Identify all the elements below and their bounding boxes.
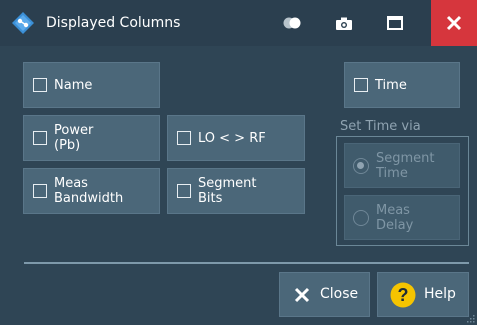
segment-time-label: Segment Time	[376, 151, 435, 181]
time-label: Time	[375, 78, 407, 93]
resize-grip-icon[interactable]	[467, 315, 475, 323]
set-time-group-label: Set Time via	[340, 119, 421, 134]
close-x-icon	[294, 287, 310, 303]
app-logo-icon	[12, 12, 34, 34]
checkbox-square-icon	[33, 131, 47, 145]
dialog-title: Displayed Columns	[46, 15, 181, 31]
title-bar[interactable]: Displayed Columns	[0, 0, 477, 46]
close-icon	[446, 15, 462, 31]
time-column-checkbox[interactable]: Time	[344, 62, 460, 108]
displayed-columns-dialog: Displayed Columns Name Power (Pb) LO < >…	[0, 0, 477, 325]
screenshot-button[interactable]	[322, 0, 366, 46]
maximize-button[interactable]	[373, 0, 417, 46]
meas-delay-label: Meas Delay	[376, 203, 414, 233]
lo-rf-column-checkbox[interactable]: LO < > RF	[167, 115, 305, 161]
camera-icon	[336, 17, 352, 30]
help-button-label: Help	[424, 286, 456, 302]
help-icon: ?	[390, 282, 416, 308]
footer-separator	[24, 262, 469, 264]
name-column-checkbox[interactable]: Name	[23, 62, 160, 108]
svg-text:?: ?	[398, 285, 409, 305]
close-button[interactable]: Close	[279, 272, 370, 317]
close-button-label: Close	[320, 286, 359, 302]
radio-unselected-icon	[353, 210, 369, 226]
toggle-transparency-button[interactable]	[270, 0, 314, 46]
segment-bits-column-checkbox[interactable]: Segment Bits	[167, 168, 305, 214]
segment-bits-label: Segment Bits	[198, 176, 257, 206]
meas-bandwidth-column-checkbox[interactable]: Meas Bandwidth	[23, 168, 160, 214]
window-close-button[interactable]	[431, 0, 477, 46]
checkbox-square-icon	[33, 184, 47, 198]
checkbox-square-icon	[33, 78, 47, 92]
maximize-icon	[387, 16, 403, 30]
name-label: Name	[54, 78, 93, 93]
lo-rf-label: LO < > RF	[198, 131, 266, 146]
help-button[interactable]: ? Help	[377, 272, 469, 317]
radio-selected-icon	[353, 158, 369, 174]
meas-delay-radio[interactable]: Meas Delay	[344, 195, 460, 240]
power-label: Power (Pb)	[54, 123, 94, 153]
checkbox-square-icon	[177, 184, 191, 198]
checkbox-square-icon	[354, 78, 368, 92]
checkbox-square-icon	[177, 131, 191, 145]
meas-bandwidth-label: Meas Bandwidth	[54, 176, 124, 206]
segment-time-radio[interactable]: Segment Time	[344, 143, 460, 188]
power-column-checkbox[interactable]: Power (Pb)	[23, 115, 160, 161]
toggle-icon	[283, 17, 301, 29]
